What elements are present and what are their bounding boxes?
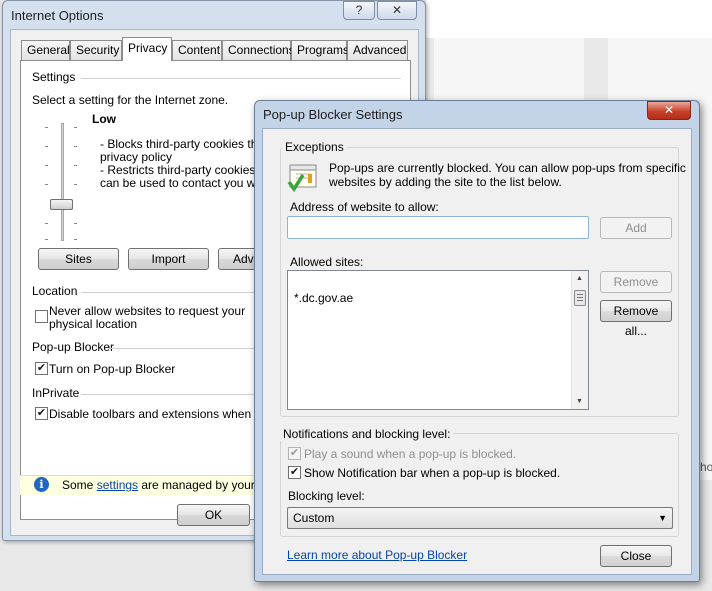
learn-more-link[interactable]: Learn more about Pop-up Blocker [287, 548, 467, 562]
sound-checkbox-label: Play a sound when a pop-up is blocked. [304, 447, 517, 461]
privacy-level: Low [92, 112, 116, 126]
close-button[interactable]: ✕ [377, 1, 417, 20]
exceptions-info: websites by adding the site to the list … [329, 175, 562, 189]
privacy-slider-thumb[interactable] [50, 199, 73, 210]
inprivate-heading: InPrivate [32, 386, 80, 400]
settings-heading: Settings [32, 70, 76, 84]
chevron-down-icon: ▼ [658, 513, 667, 523]
slider-tick [45, 239, 48, 240]
level-description: can be used to contact you with [100, 176, 269, 190]
close-icon[interactable]: ✕ [647, 101, 691, 120]
tab-connections[interactable]: Connections [222, 40, 295, 60]
remove-all-button[interactable]: Remove all... [600, 300, 672, 338]
level-description: - Blocks third-party cookies that [100, 137, 268, 151]
slider-tick [45, 127, 48, 128]
slider-tick [74, 184, 77, 185]
popup-window-icon [287, 164, 317, 192]
inprivate-divider [81, 394, 261, 395]
background-tile [608, 38, 712, 100]
exceptions-info: Pop-ups are currently blocked. You can a… [329, 161, 686, 175]
exceptions-heading: Exceptions [282, 140, 347, 154]
background-tile [434, 38, 584, 100]
window-title: Pop-up Blocker Settings [263, 107, 403, 122]
notifications-heading: Notifications and blocking level: [280, 427, 454, 441]
close-button[interactable]: Close [600, 545, 672, 567]
slider-tick [45, 184, 48, 185]
scroll-up-icon[interactable]: ▲ [576, 275, 583, 282]
tab-advanced[interactable]: Advanced [347, 40, 408, 60]
location-checkbox-label: physical location [49, 317, 138, 331]
notification-bar-label: Show Notification bar when a pop-up is b… [304, 466, 561, 480]
slider-tick [45, 146, 48, 147]
blocking-level-value: Custom [293, 511, 335, 525]
slider-tick [45, 165, 48, 166]
slider-tick [74, 146, 77, 147]
slider-tick [74, 239, 77, 240]
window-title: Internet Options [11, 8, 104, 23]
inprivate-checkbox[interactable]: ✔ [35, 407, 48, 420]
settings-link[interactable]: settings [97, 478, 138, 492]
scroll-thumb[interactable] [574, 290, 586, 306]
help-button[interactable]: ? [343, 1, 375, 20]
location-checkbox[interactable] [35, 310, 48, 323]
notification-bar-checkbox[interactable]: ✔ [288, 466, 301, 479]
sites-button[interactable]: Sites [38, 248, 119, 270]
blocking-level-select[interactable]: Custom ▼ [287, 507, 673, 529]
blocking-level-label: Blocking level: [288, 489, 365, 503]
ok-button[interactable]: OK [177, 504, 250, 526]
address-input[interactable] [287, 216, 589, 239]
list-item[interactable]: *.dc.gov.ae [294, 291, 353, 305]
location-checkbox-label: Never allow websites to request your [49, 304, 246, 318]
tab-privacy[interactable]: Privacy [122, 37, 172, 61]
slider-tick [74, 127, 77, 128]
add-button[interactable]: Add [600, 217, 672, 239]
dialog-client-area: Exceptions Pop-ups are currently blocked… [262, 128, 692, 575]
popup-blocker-label: Turn on Pop-up Blocker [49, 362, 176, 376]
background-text: ho [700, 460, 712, 474]
background-panel [426, 0, 712, 38]
popup-divider [109, 348, 261, 349]
slider-tick [45, 223, 48, 224]
privacy-slider-track [61, 123, 64, 241]
info-icon: i [34, 477, 49, 492]
tab-content[interactable]: Content [172, 40, 222, 60]
tab-general[interactable]: General [21, 40, 70, 60]
location-divider [81, 292, 261, 293]
slider-tick [74, 223, 77, 224]
allowed-sites-list[interactable]: *.dc.gov.ae ▲ ▼ [287, 270, 589, 410]
managed-settings-text: Some settings are managed by your sys [62, 478, 277, 492]
popup-blocker-heading: Pop-up Blocker [32, 340, 115, 354]
import-button[interactable]: Import [128, 248, 209, 270]
remove-button[interactable]: Remove [600, 271, 672, 293]
scroll-down-icon[interactable]: ▼ [576, 398, 583, 405]
address-label: Address of website to allow: [290, 200, 439, 214]
zone-prompt: Select a setting for the Internet zone. [32, 93, 229, 107]
level-description: privacy policy [100, 150, 173, 164]
sound-checkbox[interactable]: ✔ [288, 447, 301, 460]
settings-divider [81, 78, 401, 79]
background-tile [700, 100, 712, 480]
scrollbar[interactable]: ▲ ▼ [571, 271, 588, 409]
inprivate-label: Disable toolbars and extensions when InP… [49, 407, 280, 421]
slider-tick [74, 165, 77, 166]
location-heading: Location [32, 284, 78, 298]
tab-security[interactable]: Security [70, 40, 122, 60]
popup-blocker-checkbox[interactable]: ✔ [35, 362, 48, 375]
allowed-sites-label: Allowed sites: [290, 255, 364, 269]
popup-blocker-settings-window: Pop-up Blocker Settings ✕ Exceptions Pop… [254, 100, 700, 582]
level-description: - Restricts third-party cookies th [100, 163, 269, 177]
tab-programs[interactable]: Programs [291, 40, 349, 60]
